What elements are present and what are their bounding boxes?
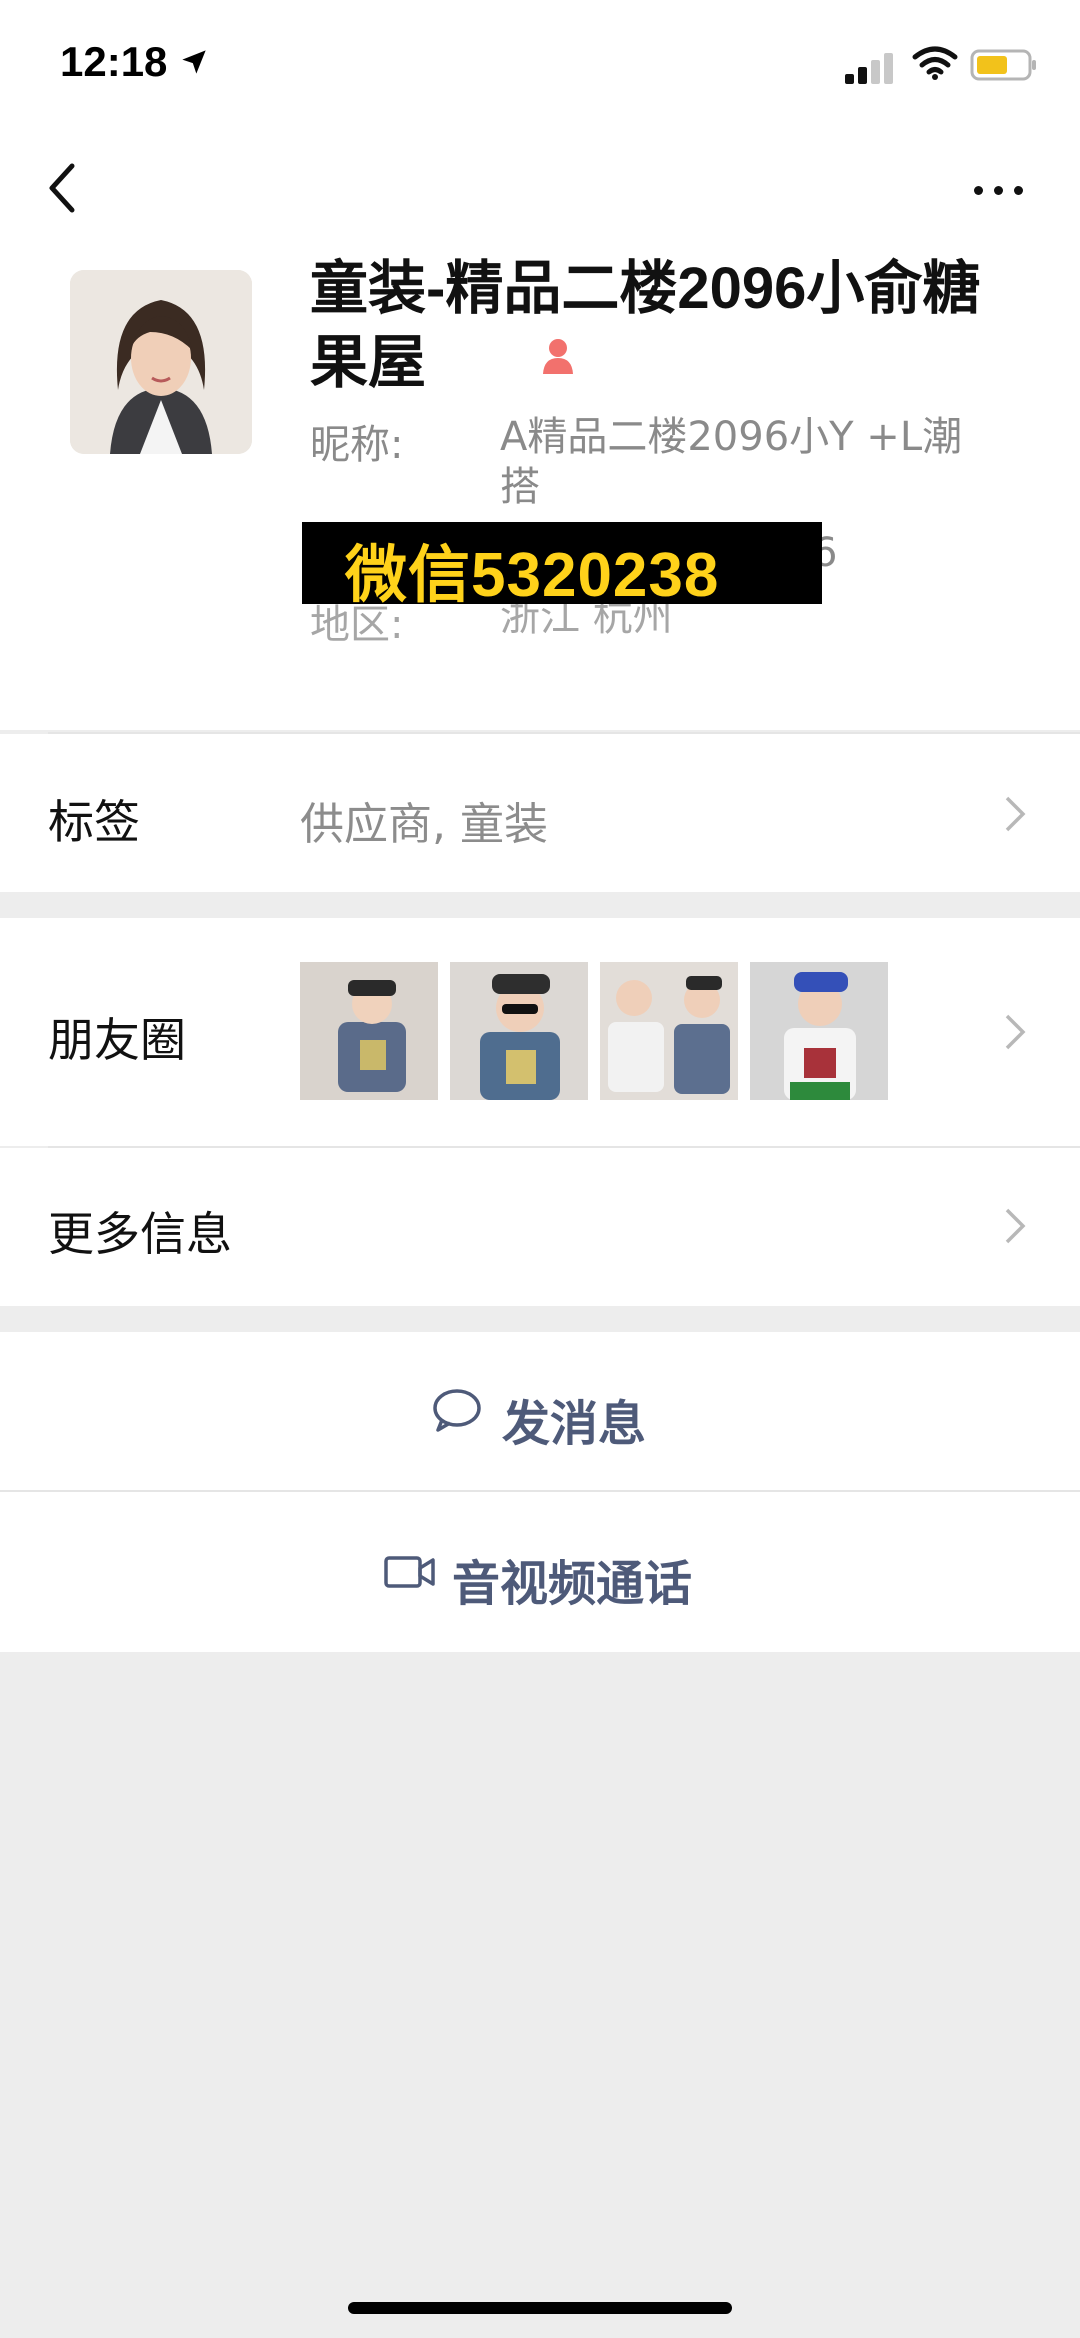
moments-photo[interactable] <box>450 962 588 1100</box>
back-button[interactable] <box>42 160 82 216</box>
status-time: 12:18 <box>60 38 168 85</box>
tags-label: 标签 <box>48 795 140 849</box>
video-call-label: 音视频通话 <box>452 1558 693 1611</box>
watermark-text: 微信5320238 <box>345 541 720 610</box>
moments-photo[interactable] <box>750 962 888 1100</box>
chevron-right-icon <box>1005 1014 1026 1050</box>
nickname-label: 昵称: <box>310 422 404 468</box>
tags-value: 供应商, 童装 <box>300 799 548 850</box>
photo-thumbnail-icon <box>750 962 888 1100</box>
profile-name: 童装-精品二楼2096小俞糖果屋 <box>310 256 981 395</box>
avatar[interactable] <box>70 270 252 454</box>
send-message-button[interactable]: 发消息 <box>0 1332 1080 1490</box>
nickname-value: A精品二楼2096小Y +L潮搭 <box>500 414 963 510</box>
chat-bubble-icon <box>433 1389 481 1432</box>
female-gender-icon <box>543 339 573 374</box>
photo-thumbnail-icon <box>300 962 438 1100</box>
location-arrow-icon <box>182 50 206 74</box>
more-info-label: 更多信息 <box>48 1207 232 1261</box>
photo-thumbnail-icon <box>450 962 588 1100</box>
video-camera-icon <box>384 1556 435 1588</box>
tags-row[interactable]: 标签 供应商, 童装 <box>0 734 1080 892</box>
more-options-button[interactable] <box>972 172 1028 208</box>
photo-thumbnail-icon <box>600 962 738 1100</box>
status-bar: 12:18 <box>0 0 1080 120</box>
chevron-right-icon <box>1005 1208 1026 1244</box>
cellular-signal-icon <box>845 50 895 84</box>
video-call-button[interactable]: 音视频通话 <box>0 1492 1080 1652</box>
wifi-icon <box>912 46 958 80</box>
send-message-label: 发消息 <box>502 1398 647 1451</box>
avatar-portrait-icon <box>70 270 252 454</box>
more-info-row[interactable]: 更多信息 <box>0 1148 1080 1306</box>
chevron-right-icon <box>1005 796 1026 832</box>
moments-photo[interactable] <box>600 962 738 1100</box>
home-indicator[interactable] <box>348 2302 732 2314</box>
moments-photo[interactable] <box>300 962 438 1100</box>
moments-label: 朋友圈 <box>48 1013 186 1067</box>
battery-icon <box>970 49 1036 81</box>
